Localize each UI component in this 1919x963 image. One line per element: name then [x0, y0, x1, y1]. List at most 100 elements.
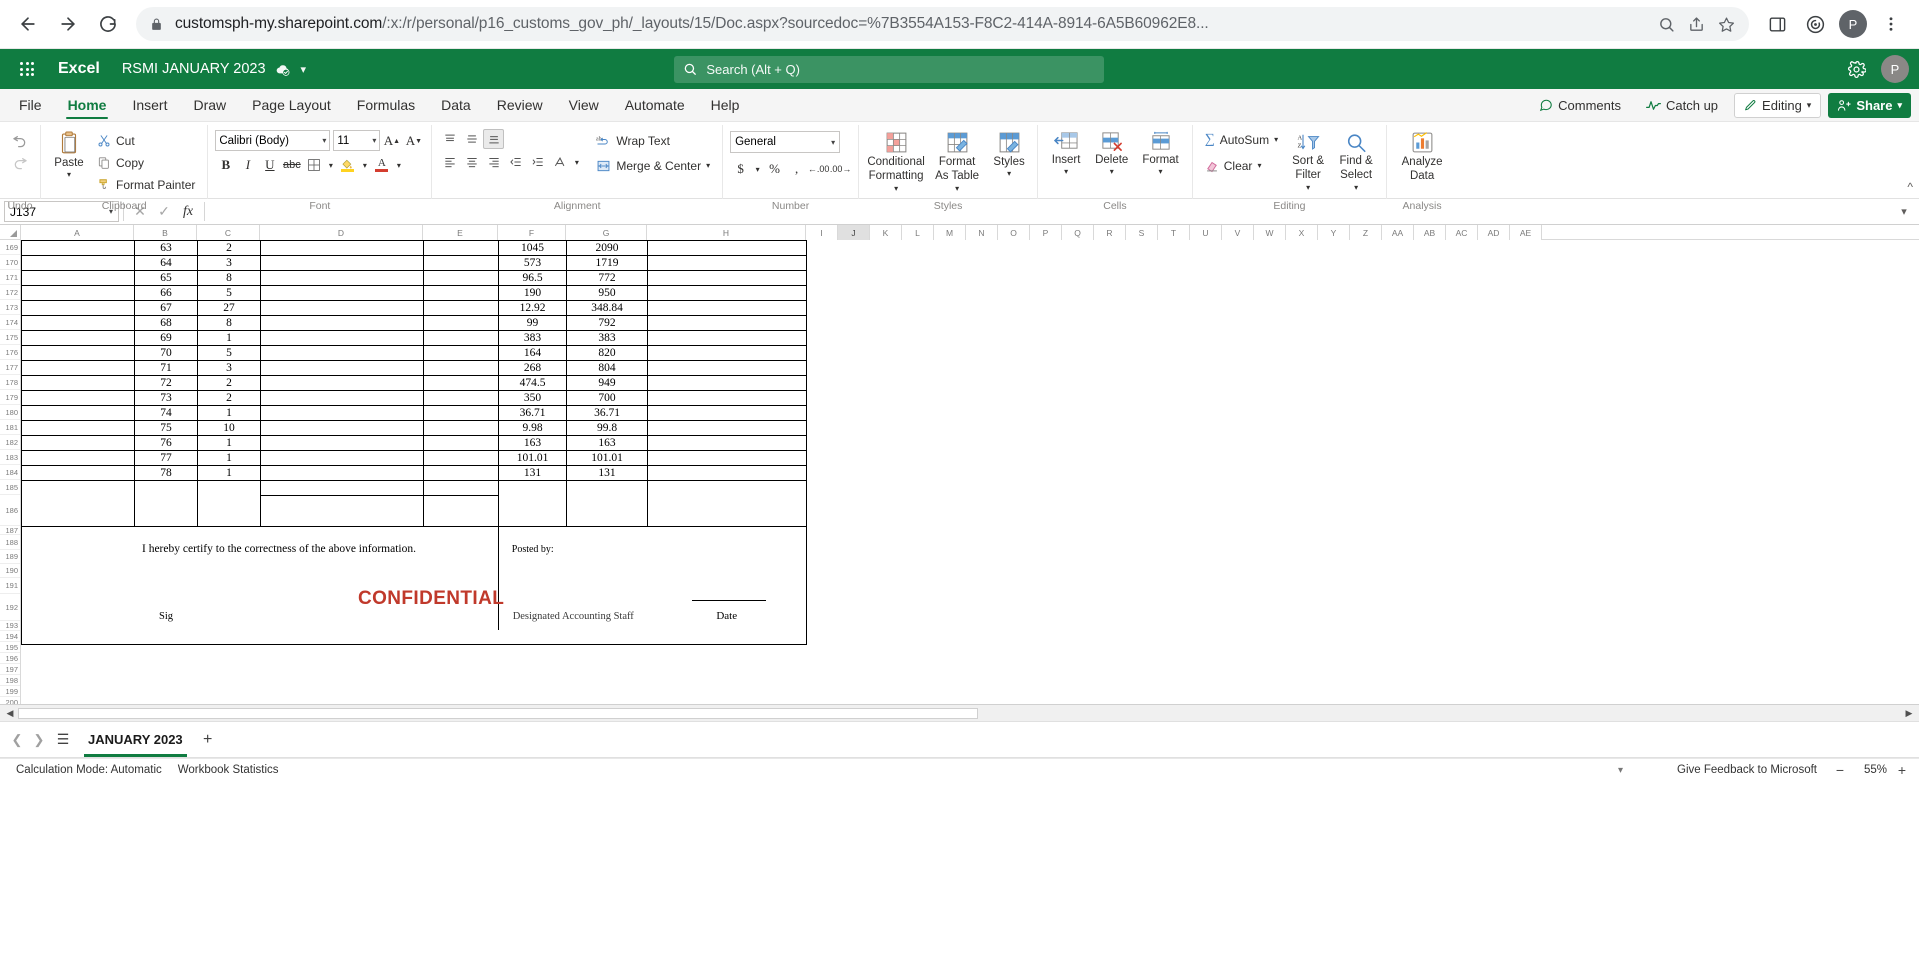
cell-B185[interactable] — [134, 480, 198, 496]
cell-C174[interactable]: 8 — [197, 315, 261, 331]
cell-C197[interactable] — [198, 690, 261, 705]
cell-C176[interactable]: 5 — [197, 345, 261, 361]
row-header-179[interactable]: 179 — [0, 390, 20, 405]
row-header-193[interactable]: 193 — [0, 621, 20, 631]
increase-indent-icon[interactable] — [527, 152, 548, 172]
cell-A174[interactable] — [21, 315, 135, 331]
cell-G171[interactable]: 772 — [566, 270, 648, 286]
cell-C173[interactable]: 27 — [197, 300, 261, 316]
zoom-in-button[interactable]: + — [1893, 761, 1911, 779]
table-row[interactable]: 78 1 131 131 — [21, 465, 807, 481]
row-header-197[interactable]: 197 — [0, 664, 20, 675]
document-menu-chevron-icon[interactable]: ▾ — [301, 63, 307, 76]
cell-B174[interactable]: 68 — [134, 315, 198, 331]
cell-D177[interactable] — [260, 360, 424, 376]
cell-C169[interactable]: 2 — [197, 240, 261, 256]
cell-D195[interactable] — [261, 660, 424, 675]
cell-F181[interactable]: 9.98 — [498, 420, 567, 436]
cell-F171[interactable]: 96.5 — [498, 270, 567, 286]
table-row[interactable] — [21, 556, 807, 572]
table-row[interactable]: 69 1 383 383 — [21, 330, 807, 346]
feedback-link[interactable]: Give Feedback to Microsoft — [1669, 764, 1825, 776]
cell-B177[interactable]: 71 — [134, 360, 198, 376]
cell-F177[interactable]: 268 — [498, 360, 567, 376]
cell-B178[interactable]: 72 — [134, 375, 198, 391]
sort-filter-button[interactable]: AZ Sort & Filter ▾ — [1285, 129, 1331, 196]
row-header-182[interactable]: 182 — [0, 435, 20, 450]
clear-button[interactable]: Clear ▾ — [1200, 155, 1283, 176]
cell-A179[interactable] — [21, 390, 135, 406]
cell-A169[interactable] — [21, 240, 135, 256]
format-as-table-button[interactable]: Format As Table ▾ — [928, 127, 986, 197]
zoom-level-value[interactable]: 55% — [1855, 764, 1887, 776]
column-header-K[interactable]: K — [870, 225, 902, 240]
borders-chevron-icon[interactable]: ▾ — [325, 155, 336, 175]
hscroll-track[interactable] — [18, 706, 1901, 720]
table-row[interactable] — [22, 675, 807, 690]
all-sheets-menu-icon[interactable]: ☰ — [50, 729, 76, 751]
cell-A176[interactable] — [21, 345, 135, 361]
cell-A189[interactable] — [21, 556, 135, 572]
column-header-C[interactable]: C — [197, 225, 260, 240]
underline-icon[interactable]: U — [259, 155, 280, 175]
table-row[interactable] — [22, 660, 807, 675]
cell-H196[interactable] — [648, 675, 807, 690]
extension-icon[interactable] — [1797, 6, 1833, 42]
cell-E180[interactable] — [423, 405, 499, 421]
tab-automate[interactable]: Automate — [612, 89, 698, 121]
cell-D197[interactable] — [261, 690, 424, 705]
cell-H189[interactable] — [647, 556, 807, 572]
row-header-192[interactable]: 192 — [0, 594, 20, 621]
cell-F174[interactable]: 99 — [498, 315, 567, 331]
cell-styles-button[interactable]: Styles ▾ — [988, 127, 1030, 182]
column-header-T[interactable]: T — [1158, 225, 1190, 240]
cell-G189[interactable] — [567, 557, 648, 572]
column-header-AD[interactable]: AD — [1478, 225, 1510, 240]
table-row[interactable] — [22, 645, 807, 660]
column-header-AC[interactable]: AC — [1446, 225, 1478, 240]
row-header-181[interactable]: 181 — [0, 420, 20, 435]
cell-H187[interactable] — [647, 526, 807, 542]
column-header-A[interactable]: A — [21, 225, 134, 240]
undo-icon[interactable] — [12, 131, 29, 148]
row-header-172[interactable]: 172 — [0, 285, 20, 300]
row-header-180[interactable]: 180 — [0, 405, 20, 420]
select-all-corner[interactable] — [0, 225, 21, 239]
cell-B198[interactable] — [135, 705, 198, 706]
cell-D193[interactable] — [260, 629, 424, 645]
row-header-184[interactable]: 184 — [0, 465, 20, 480]
cell-B191[interactable] — [135, 587, 198, 603]
editing-mode-button[interactable]: Editing ▾ — [1734, 92, 1822, 118]
strikethrough-icon[interactable]: abc — [281, 155, 302, 175]
column-header-M[interactable]: M — [934, 225, 966, 240]
cell-A196[interactable] — [22, 675, 135, 690]
cell-A184[interactable] — [21, 465, 135, 481]
column-header-W[interactable]: W — [1254, 225, 1286, 240]
row-header-173[interactable]: 173 — [0, 300, 20, 315]
cell-E185[interactable] — [423, 480, 499, 496]
sheet-tab-january-2023[interactable]: JANUARY 2023 — [76, 723, 195, 757]
share-icon[interactable] — [1681, 9, 1711, 39]
column-header-R[interactable]: R — [1094, 225, 1126, 240]
cell-D173[interactable] — [260, 300, 424, 316]
table-row[interactable]: 74 1 36.71 36.71 — [21, 405, 807, 421]
cell-E183[interactable] — [423, 450, 499, 466]
cell-F187[interactable] — [498, 526, 567, 542]
cell-C191[interactable] — [198, 587, 261, 603]
row-header-174[interactable]: 174 — [0, 315, 20, 330]
cell-E191[interactable] — [424, 587, 499, 603]
horizontal-scrollbar[interactable]: ◀ ▶ — [0, 705, 1919, 722]
table-row[interactable]: 68 8 99 792 — [21, 315, 807, 331]
number-format-select[interactable]: General ▾ — [730, 131, 841, 153]
row-header-177[interactable]: 177 — [0, 360, 20, 375]
scroll-right-arrow-icon[interactable]: ▶ — [1901, 706, 1917, 721]
search-in-page-icon[interactable] — [1651, 9, 1681, 39]
cell-E177[interactable] — [423, 360, 499, 376]
row-header-189[interactable]: 189 — [0, 550, 20, 564]
column-header-Q[interactable]: Q — [1062, 225, 1094, 240]
calculation-mode-status[interactable]: Calculation Mode: Automatic — [8, 764, 170, 776]
column-header-P[interactable]: P — [1030, 225, 1062, 240]
column-header-AE[interactable]: AE — [1510, 225, 1542, 240]
table-row[interactable]: 70 5 164 820 — [21, 345, 807, 361]
merge-center-button[interactable]: Merge & Center ▾ — [591, 155, 715, 176]
